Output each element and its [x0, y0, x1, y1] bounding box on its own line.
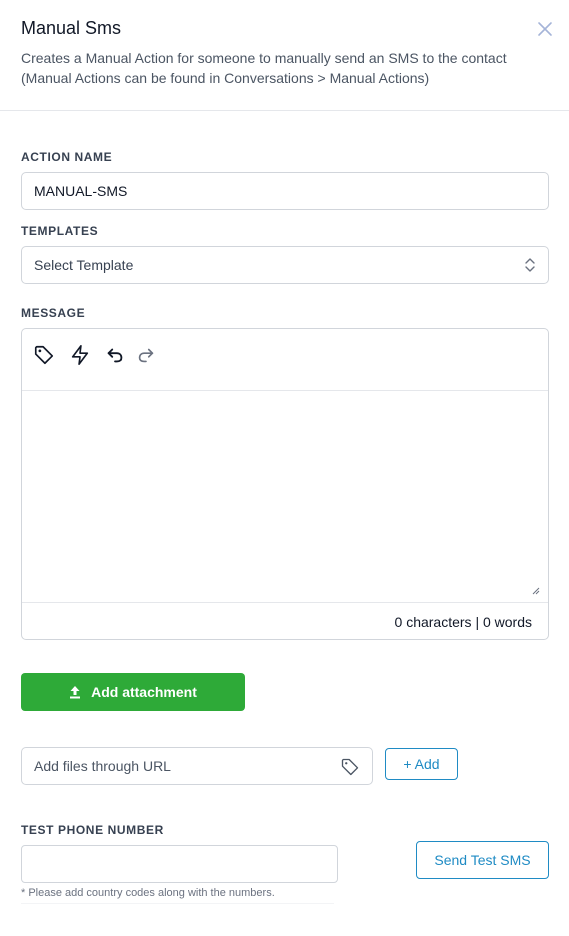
undo-icon[interactable] — [104, 344, 126, 366]
test-phone-label: TEST PHONE NUMBER — [21, 823, 164, 837]
tag-icon[interactable] — [33, 344, 55, 366]
send-test-sms-button[interactable]: Send Test SMS — [416, 841, 549, 879]
message-counter: 0 characters | 0 words — [22, 602, 548, 639]
lightning-icon[interactable] — [69, 344, 91, 366]
resize-handle-icon[interactable] — [530, 585, 540, 595]
modal-title: Manual Sms — [21, 18, 122, 38]
template-select[interactable]: Select Template — [21, 246, 549, 284]
upload-icon — [70, 686, 81, 699]
test-phone-input[interactable] — [21, 845, 338, 883]
tag-icon[interactable] — [340, 757, 360, 777]
action-name-input[interactable]: MANUAL-SMS — [21, 172, 549, 210]
action-name-label: ACTION NAME — [21, 150, 113, 164]
add-attachment-button[interactable]: Add attachment — [21, 673, 245, 711]
modal-description: Creates a Manual Action for someone to m… — [21, 50, 507, 86]
chevron-updown-icon — [525, 258, 535, 272]
add-attachment-label: Add attachment — [91, 684, 197, 700]
file-url-input[interactable]: Add files through URL — [21, 747, 373, 785]
close-icon[interactable] — [536, 20, 554, 38]
modal-header: Manual Sms Creates a Manual Action for s… — [0, 0, 569, 111]
country-code-hint: * Please add country codes along with th… — [21, 887, 275, 899]
message-textarea[interactable] — [22, 391, 548, 603]
template-select-value: Select Template — [34, 257, 134, 273]
hint-divider — [21, 903, 334, 904]
file-url-placeholder: Add files through URL — [34, 758, 171, 774]
redo-icon[interactable] — [135, 344, 157, 366]
message-editor: 0 characters | 0 words — [21, 328, 549, 640]
action-name-value: MANUAL-SMS — [34, 183, 128, 199]
message-label: MESSAGE — [21, 306, 86, 320]
add-url-button[interactable]: + Add — [385, 748, 458, 780]
templates-label: TEMPLATES — [21, 224, 99, 238]
editor-toolbar — [22, 329, 548, 391]
